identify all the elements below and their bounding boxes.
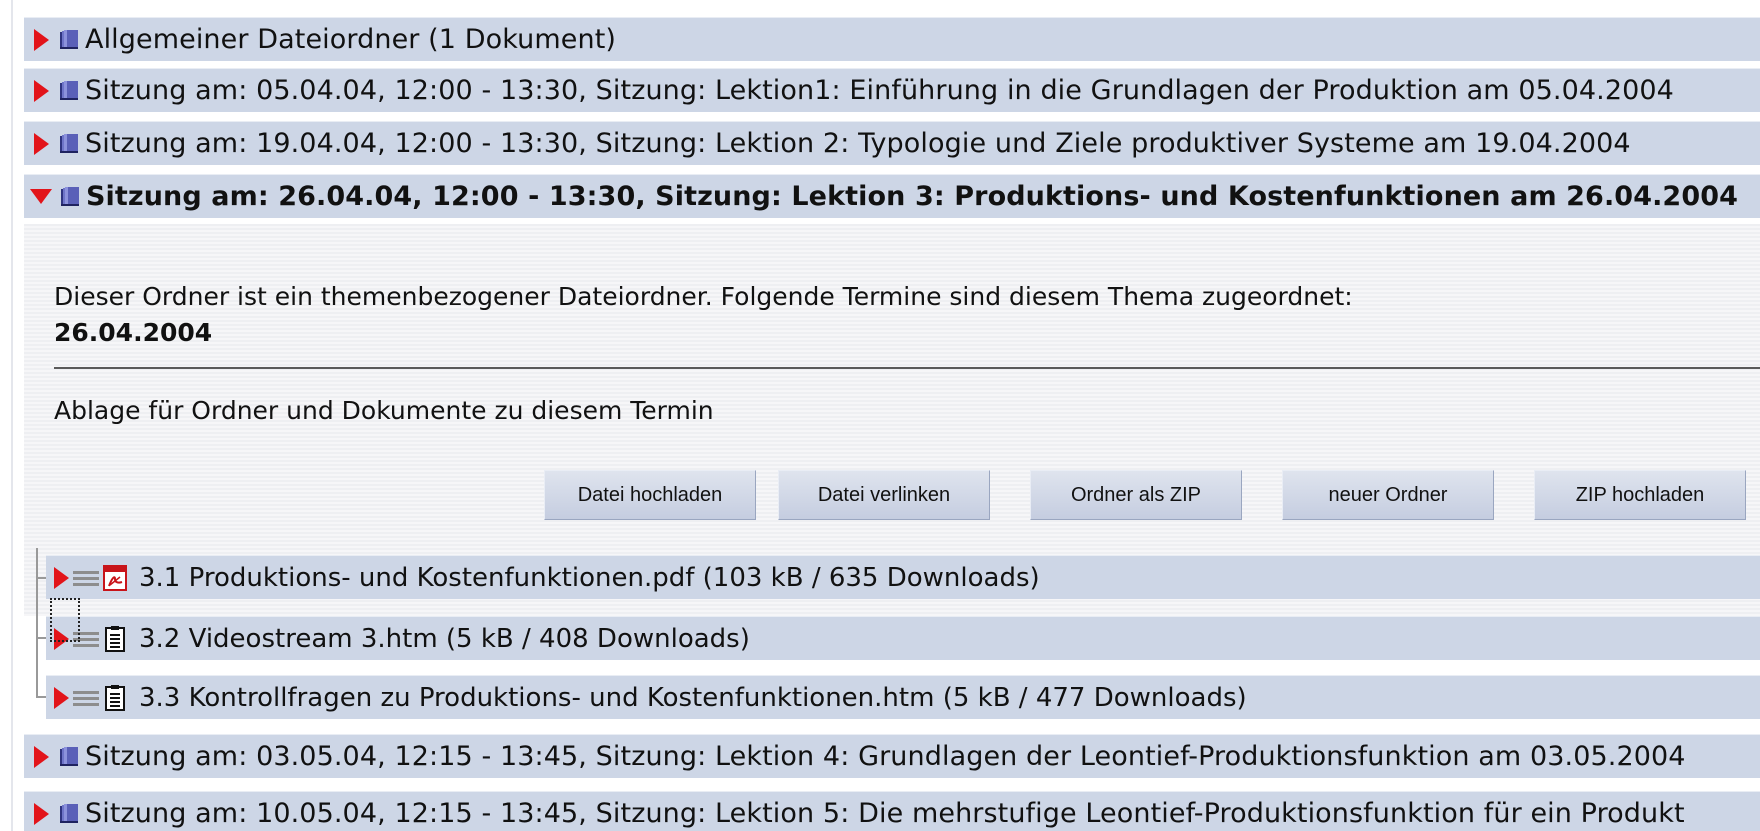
focus-indicator: [50, 598, 80, 642]
folder-icon: [57, 132, 81, 156]
file-label[interactable]: 3.3 Kontrollfragen zu Produktions- und K…: [139, 683, 1247, 713]
file-label[interactable]: 3.1 Produktions- und Kostenfunktionen.pd…: [139, 563, 1040, 593]
drag-handle-icon[interactable]: [73, 570, 99, 586]
folder-icon: [57, 79, 81, 103]
collapse-arrow-icon[interactable]: [30, 189, 52, 204]
folder-row-lektion4[interactable]: Sitzung am: 03.05.04, 12:15 - 13:45, Sit…: [24, 734, 1760, 778]
expand-arrow-icon[interactable]: [54, 566, 69, 589]
file-row-3-1[interactable]: 3.1 Produktions- und Kostenfunktionen.pd…: [46, 555, 1760, 599]
folder-icon: [57, 745, 81, 769]
document-icon: [103, 626, 127, 652]
folder-label[interactable]: Sitzung am: 05.04.04, 12:00 - 13:30, Sit…: [85, 75, 1674, 106]
folder-row-lektion3-open[interactable]: Sitzung am: 26.04.04, 12:00 - 13:30, Sit…: [24, 174, 1760, 218]
folder-label[interactable]: Sitzung am: 03.05.04, 12:15 - 13:45, Sit…: [85, 741, 1686, 772]
tree-connector: [36, 548, 38, 696]
folder-label[interactable]: Sitzung am: 10.05.04, 12:15 - 13:45, Sit…: [85, 798, 1685, 829]
file-row-3-3[interactable]: 3.3 Kontrollfragen zu Produktions- und K…: [46, 675, 1760, 719]
expand-arrow-icon[interactable]: [34, 28, 49, 51]
expand-arrow-icon[interactable]: [34, 802, 49, 825]
folder-row-allgemein[interactable]: Allgemeiner Dateiordner (1 Dokument): [24, 17, 1760, 61]
folder-date: 26.04.2004: [54, 318, 213, 347]
divider: [54, 367, 1760, 369]
pdf-icon: [103, 565, 127, 591]
file-row-3-2[interactable]: 3.2 Videostream 3.htm (5 kB / 408 Downlo…: [46, 616, 1760, 660]
folder-icon: [57, 802, 81, 826]
storage-text: Ablage für Ordner und Dokumente zu diese…: [54, 396, 714, 425]
folder-label[interactable]: Sitzung am: 26.04.04, 12:00 - 13:30, Sit…: [86, 181, 1738, 212]
file-browser: Allgemeiner Dateiordner (1 Dokument) Sit…: [0, 0, 1760, 831]
left-border: [11, 0, 13, 831]
folder-row-lektion5[interactable]: Sitzung am: 10.05.04, 12:15 - 13:45, Sit…: [24, 791, 1760, 831]
folder-icon: [58, 185, 82, 209]
folder-label[interactable]: Sitzung am: 19.04.04, 12:00 - 13:30, Sit…: [85, 128, 1631, 159]
document-icon: [103, 685, 127, 711]
folder-label[interactable]: Allgemeiner Dateiordner (1 Dokument): [85, 24, 616, 55]
folder-as-zip-button[interactable]: Ordner als ZIP: [1030, 470, 1242, 520]
drag-handle-icon[interactable]: [73, 690, 99, 706]
link-file-button[interactable]: Datei verlinken: [778, 470, 990, 520]
expand-arrow-icon[interactable]: [34, 132, 49, 155]
folder-row-lektion1[interactable]: Sitzung am: 05.04.04, 12:00 - 13:30, Sit…: [24, 68, 1760, 112]
folder-icon: [57, 28, 81, 52]
expand-arrow-icon[interactable]: [34, 745, 49, 768]
file-label[interactable]: 3.2 Videostream 3.htm (5 kB / 408 Downlo…: [139, 624, 750, 654]
upload-zip-button[interactable]: ZIP hochladen: [1534, 470, 1746, 520]
folder-description: Dieser Ordner ist ein themenbezogener Da…: [54, 282, 1353, 311]
expand-arrow-icon[interactable]: [34, 79, 49, 102]
expand-arrow-icon[interactable]: [54, 686, 69, 709]
folder-row-lektion2[interactable]: Sitzung am: 19.04.04, 12:00 - 13:30, Sit…: [24, 121, 1760, 165]
upload-file-button[interactable]: Datei hochladen: [544, 470, 756, 520]
new-folder-button[interactable]: neuer Ordner: [1282, 470, 1494, 520]
